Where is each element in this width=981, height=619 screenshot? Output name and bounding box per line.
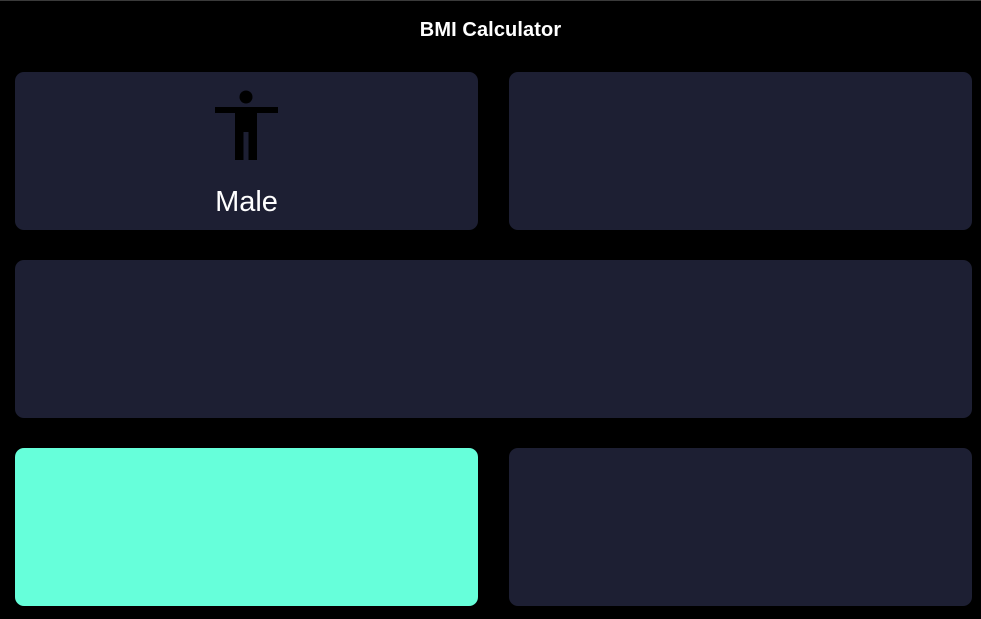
app-title: BMI Calculator [419,18,562,41]
male-card[interactable]: Male [15,72,478,230]
height-card [15,260,972,418]
male-label: Male [215,186,278,218]
app-bar: BMI Calculator [0,1,981,59]
weight-card [15,448,478,606]
accessibility-icon [215,90,278,160]
age-card [509,448,972,606]
female-card[interactable] [509,72,972,230]
